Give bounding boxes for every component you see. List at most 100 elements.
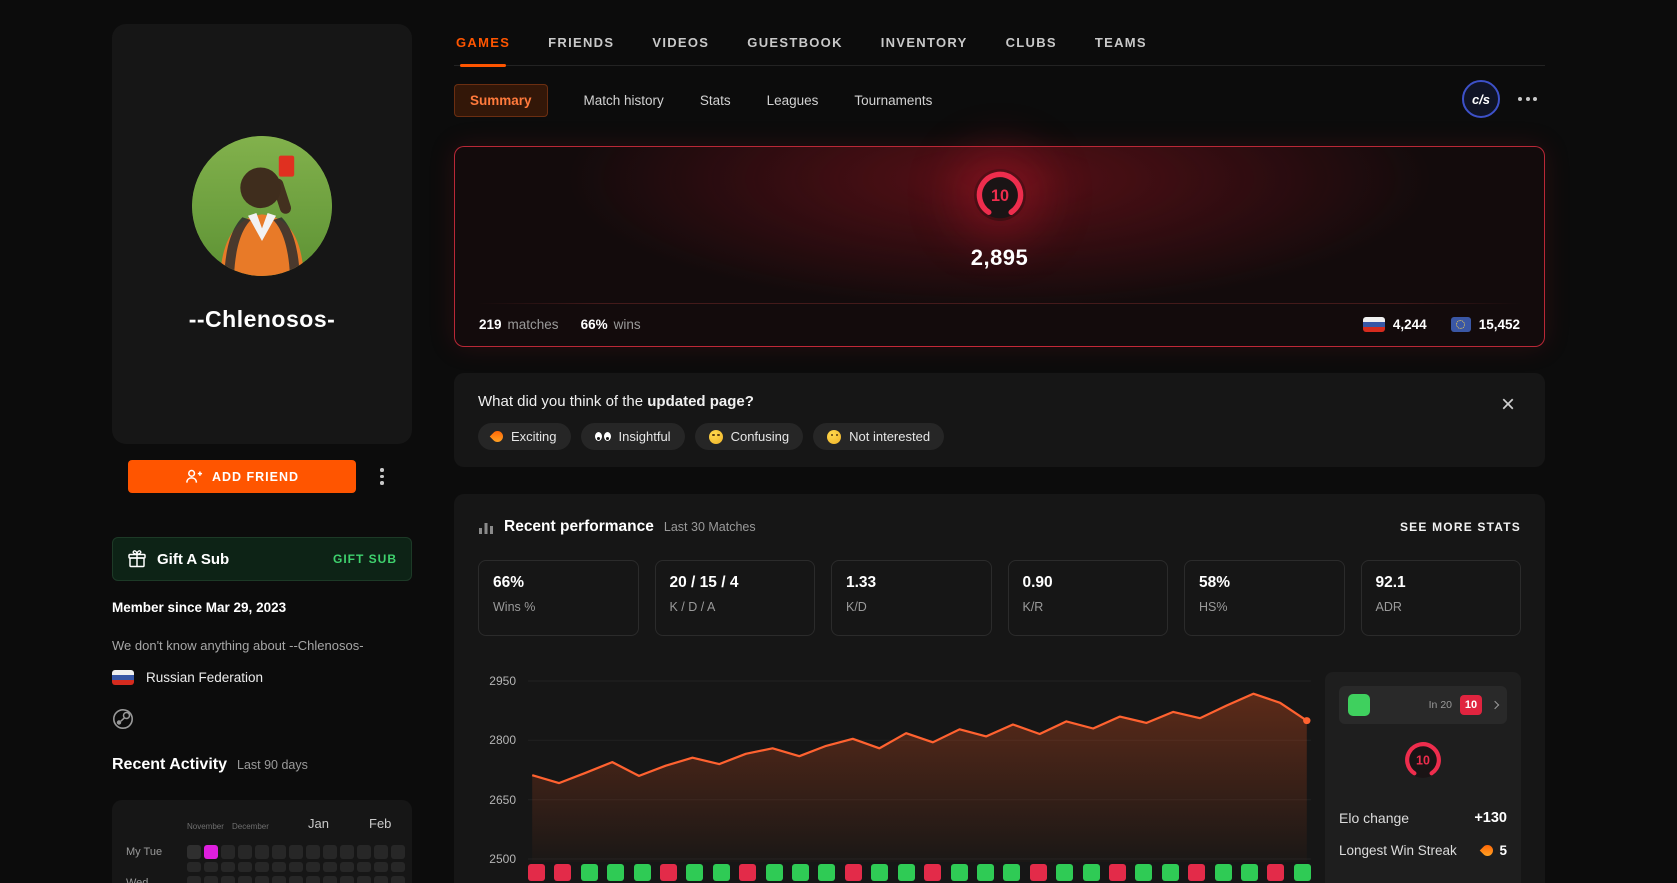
sub-tab-tournaments[interactable]: Tournaments <box>854 93 932 108</box>
fire-icon <box>489 428 506 445</box>
avatar[interactable] <box>192 136 332 276</box>
stat-tile-k-d: 1.33 K/D <box>831 560 992 636</box>
match-win-square[interactable] <box>1082 864 1100 881</box>
gift-sub-card[interactable]: Gift A Sub GIFT SUB <box>112 537 412 581</box>
y-axis-tick: 2800 <box>489 733 516 748</box>
match-loss-square[interactable] <box>1188 864 1206 881</box>
close-icon[interactable]: × <box>1493 387 1523 423</box>
stat-label: Wins % <box>493 600 536 614</box>
match-loss-square[interactable] <box>554 864 572 881</box>
steam-icon <box>113 709 133 729</box>
stat-value: 58% <box>1199 574 1231 591</box>
match-win-square[interactable] <box>633 864 651 881</box>
stat-label: K / D / A <box>669 600 716 614</box>
about-text: We don't know anything about --Chlenosos… <box>112 638 364 653</box>
match-win-square[interactable] <box>765 864 783 881</box>
cs-game-icon[interactable]: c/s <box>1462 80 1500 118</box>
sub-tab-match-history[interactable]: Match history <box>584 93 664 108</box>
heatmap-row <box>187 845 405 859</box>
country-name: Russian Federation <box>146 670 264 685</box>
stat-tile-k-d-a: 20 / 15 / 4 K / D / A <box>654 560 815 636</box>
streak-widget[interactable]: In 20 10 <box>1339 686 1507 724</box>
add-friend-button[interactable]: ADD FRIEND <box>128 460 356 493</box>
match-loss-square[interactable] <box>660 864 678 881</box>
heatmap-cell <box>238 862 252 872</box>
match-win-square[interactable] <box>950 864 968 881</box>
sub-tab-summary[interactable]: Summary <box>454 84 548 117</box>
gift-sub-button[interactable]: GIFT SUB <box>333 552 397 566</box>
win-rate: 66% <box>580 317 608 332</box>
match-win-square[interactable] <box>792 864 810 881</box>
sub-tab-stats[interactable]: Stats <box>700 93 731 108</box>
sub-tab-leagues[interactable]: Leagues <box>767 93 819 108</box>
nav-tab-friends[interactable]: FRIENDS <box>546 26 616 65</box>
heatmap-cell <box>391 845 405 859</box>
match-loss-square[interactable] <box>1267 864 1285 881</box>
match-win-square[interactable] <box>1056 864 1074 881</box>
recent-activity-header: Recent Activity Last 90 days <box>112 756 308 774</box>
heatmap-cell <box>323 862 337 872</box>
nav-tab-guestbook[interactable]: GUESTBOOK <box>745 26 844 65</box>
nav-tab-videos[interactable]: VIDEOS <box>650 26 711 65</box>
heatmap-cell <box>357 876 371 883</box>
match-win-square[interactable] <box>1214 864 1232 881</box>
region-rank-value: 15,452 <box>1478 317 1520 332</box>
activity-heatmap: November December Jan Feb My Tue Wed <box>112 800 412 883</box>
match-win-square[interactable] <box>1003 864 1021 881</box>
heatmap-row <box>187 862 405 872</box>
match-win-square[interactable] <box>712 864 730 881</box>
match-loss-square[interactable] <box>528 864 545 881</box>
feedback-insightful-button[interactable]: Insightful <box>580 423 685 450</box>
feedback-exciting-button[interactable]: Exciting <box>478 423 571 450</box>
match-win-square[interactable] <box>1293 864 1311 881</box>
match-loss-square[interactable] <box>1029 864 1047 881</box>
elo-change-value: +130 <box>1474 810 1507 826</box>
feedback-option-label: Not interested <box>849 429 931 444</box>
match-win-square[interactable] <box>1161 864 1179 881</box>
svg-text:10: 10 <box>990 187 1008 205</box>
feedback-confusing-button[interactable]: Confusing <box>694 423 804 450</box>
nav-tab-inventory[interactable]: INVENTORY <box>879 26 970 65</box>
heatmap-cell <box>204 876 218 883</box>
profile-card: --Chlenosos- <box>112 24 412 444</box>
match-win-square[interactable] <box>818 864 836 881</box>
nav-tab-games[interactable]: GAMES <box>454 26 512 67</box>
gift-icon <box>128 550 146 568</box>
match-win-square[interactable] <box>871 864 889 881</box>
profile-actions: ADD FRIEND <box>128 460 398 493</box>
match-win-square[interactable] <box>976 864 994 881</box>
stat-label: K/D <box>846 600 867 614</box>
heatmap-cell <box>204 862 218 872</box>
heatmap-cell <box>391 876 405 883</box>
steam-link[interactable] <box>112 708 134 735</box>
widget-text: In 20 <box>1428 699 1452 711</box>
heatmap-month-label: November <box>187 822 224 831</box>
nav-tab-teams[interactable]: TEAMS <box>1093 26 1149 65</box>
page-more-menu-button[interactable] <box>1516 91 1539 107</box>
match-win-square[interactable] <box>686 864 704 881</box>
unamused-face-icon <box>827 429 842 444</box>
heatmap-month-label: Feb <box>369 816 392 831</box>
match-win-square[interactable] <box>1240 864 1258 881</box>
recent-performance-card: Recent performance Last 30 Matches SEE M… <box>454 494 1545 883</box>
match-win-square[interactable] <box>1135 864 1153 881</box>
match-win-square[interactable] <box>897 864 915 881</box>
see-more-stats-link[interactable]: SEE MORE STATS <box>1400 520 1521 534</box>
elo-trend-chart <box>528 652 1311 883</box>
match-loss-square[interactable] <box>1108 864 1126 881</box>
match-loss-square[interactable] <box>739 864 757 881</box>
match-win-square[interactable] <box>607 864 625 881</box>
match-loss-square[interactable] <box>924 864 942 881</box>
skill-level-badge-small: 10 <box>1339 740 1507 780</box>
feedback-not-interested-button[interactable]: Not interested <box>813 423 945 450</box>
feedback-option-label: Confusing <box>730 429 790 444</box>
heatmap-cell <box>238 876 252 883</box>
eyes-icon <box>594 432 611 441</box>
performance-header: Recent performance Last 30 Matches SEE M… <box>478 518 1521 536</box>
profile-more-menu-button[interactable] <box>376 464 388 489</box>
country-row: Russian Federation <box>112 670 263 685</box>
match-loss-square[interactable] <box>844 864 862 881</box>
nav-tab-clubs[interactable]: CLUBS <box>1004 26 1059 65</box>
heatmap-cell <box>272 845 286 859</box>
match-win-square[interactable] <box>580 864 598 881</box>
